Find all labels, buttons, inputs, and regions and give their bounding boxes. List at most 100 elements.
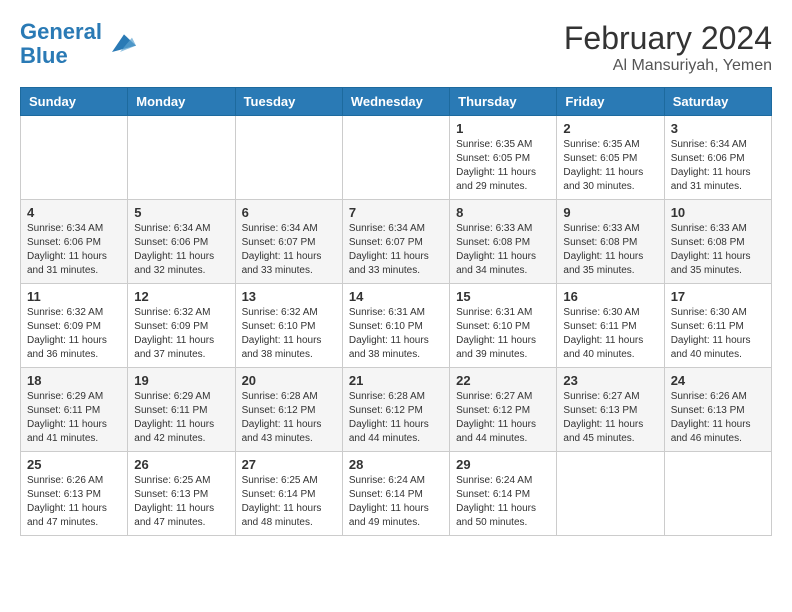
calendar-cell: 25 Sunrise: 6:26 AMSunset: 6:13 PMDayligh… — [21, 452, 128, 536]
calendar-cell: 20 Sunrise: 6:28 AMSunset: 6:12 PMDayligh… — [235, 368, 342, 452]
day-number: 12 — [134, 289, 228, 304]
day-info: Sunrise: 6:31 AMSunset: 6:10 PMDaylight:… — [456, 306, 550, 362]
calendar-cell: 8 Sunrise: 6:33 AMSunset: 6:08 PMDaylight… — [450, 200, 557, 284]
title-area: February 2024 Al Mansuriyah, Yemen — [564, 20, 772, 75]
week-row-1: 1 Sunrise: 6:35 AMSunset: 6:05 PMDaylight… — [21, 116, 772, 200]
day-info: Sunrise: 6:30 AMSunset: 6:11 PMDaylight:… — [563, 306, 657, 362]
day-info: Sunrise: 6:30 AMSunset: 6:11 PMDaylight:… — [671, 306, 765, 362]
calendar-cell: 29Sunrise: 6:24 AMSunset: 6:14 PMDayligh… — [450, 452, 557, 536]
logo-blue: Blue — [20, 43, 68, 68]
day-info: Sunrise: 6:25 AMSunset: 6:13 PMDaylight:… — [134, 474, 228, 530]
header-wednesday: Wednesday — [342, 88, 449, 116]
day-number: 13 — [242, 289, 336, 304]
day-info: Sunrise: 6:34 AMSunset: 6:07 PMDaylight:… — [349, 222, 443, 278]
day-number: 2 — [563, 121, 657, 136]
day-info: Sunrise: 6:34 AMSunset: 6:06 PMDaylight:… — [134, 222, 228, 278]
calendar-cell — [342, 116, 449, 200]
day-number: 26 — [134, 457, 228, 472]
calendar-cell: 26 Sunrise: 6:25 AMSunset: 6:13 PMDayligh… — [128, 452, 235, 536]
location-title: Al Mansuriyah, Yemen — [564, 57, 772, 75]
day-info: Sunrise: 6:35 AMSunset: 6:05 PMDaylight:… — [563, 138, 657, 194]
calendar-cell — [557, 452, 664, 536]
day-number: 6 — [242, 205, 336, 220]
day-number: 22 — [456, 373, 550, 388]
header-friday: Friday — [557, 88, 664, 116]
day-info: Sunrise: 6:26 AMSunset: 6:13 PMDaylight:… — [27, 474, 121, 530]
day-number: 1 — [456, 121, 550, 136]
calendar-cell: 11 Sunrise: 6:32 AMSunset: 6:09 PMDayligh… — [21, 284, 128, 368]
month-title: February 2024 — [564, 20, 772, 57]
calendar-table: SundayMondayTuesdayWednesdayThursdayFrid… — [20, 87, 772, 536]
day-info: Sunrise: 6:25 AMSunset: 6:14 PMDaylight:… — [242, 474, 336, 530]
calendar-cell — [21, 116, 128, 200]
day-number: 23 — [563, 373, 657, 388]
calendar-cell — [128, 116, 235, 200]
header-thursday: Thursday — [450, 88, 557, 116]
header-saturday: Saturday — [664, 88, 771, 116]
week-row-5: 25 Sunrise: 6:26 AMSunset: 6:13 PMDayligh… — [21, 452, 772, 536]
week-row-2: 4 Sunrise: 6:34 AMSunset: 6:06 PMDaylight… — [21, 200, 772, 284]
calendar-cell: 2 Sunrise: 6:35 AMSunset: 6:05 PMDaylight… — [557, 116, 664, 200]
day-number: 11 — [27, 289, 121, 304]
calendar-cell: 27 Sunrise: 6:25 AMSunset: 6:14 PMDayligh… — [235, 452, 342, 536]
day-info: Sunrise: 6:29 AMSunset: 6:11 PMDaylight:… — [27, 390, 121, 446]
day-number: 19 — [134, 373, 228, 388]
day-info: Sunrise: 6:33 AMSunset: 6:08 PMDaylight:… — [671, 222, 765, 278]
calendar-cell: 28Sunrise: 6:24 AMSunset: 6:14 PMDayligh… — [342, 452, 449, 536]
day-info: Sunrise: 6:27 AMSunset: 6:13 PMDaylight:… — [563, 390, 657, 446]
calendar-cell: 4 Sunrise: 6:34 AMSunset: 6:06 PMDaylight… — [21, 200, 128, 284]
day-number: 29 — [456, 457, 550, 472]
day-info: Sunrise: 6:34 AMSunset: 6:06 PMDaylight:… — [671, 138, 765, 194]
calendar-cell: 16 Sunrise: 6:30 AMSunset: 6:11 PMDayligh… — [557, 284, 664, 368]
week-row-4: 18 Sunrise: 6:29 AMSunset: 6:11 PMDayligh… — [21, 368, 772, 452]
day-number: 10 — [671, 205, 765, 220]
day-info: Sunrise: 6:24 AMSunset: 6:14 PMDaylight:… — [349, 474, 443, 530]
calendar-cell — [664, 452, 771, 536]
calendar-cell: 5 Sunrise: 6:34 AMSunset: 6:06 PMDaylight… — [128, 200, 235, 284]
day-number: 8 — [456, 205, 550, 220]
day-info: Sunrise: 6:27 AMSunset: 6:12 PMDaylight:… — [456, 390, 550, 446]
logo: General Blue — [20, 20, 136, 68]
logo-icon — [104, 28, 136, 60]
calendar-cell: 15 Sunrise: 6:31 AMSunset: 6:10 PMDayligh… — [450, 284, 557, 368]
calendar-cell: 17Sunrise: 6:30 AMSunset: 6:11 PMDayligh… — [664, 284, 771, 368]
calendar-cell: 21 Sunrise: 6:28 AMSunset: 6:12 PMDayligh… — [342, 368, 449, 452]
header-tuesday: Tuesday — [235, 88, 342, 116]
day-info: Sunrise: 6:34 AMSunset: 6:06 PMDaylight:… — [27, 222, 121, 278]
calendar-cell: 3 Sunrise: 6:34 AMSunset: 6:06 PMDaylight… — [664, 116, 771, 200]
day-number: 15 — [456, 289, 550, 304]
day-number: 16 — [563, 289, 657, 304]
calendar-cell: 10 Sunrise: 6:33 AMSunset: 6:08 PMDayligh… — [664, 200, 771, 284]
day-number: 5 — [134, 205, 228, 220]
header-sunday: Sunday — [21, 88, 128, 116]
calendar-cell: 14Sunrise: 6:31 AMSunset: 6:10 PMDayligh… — [342, 284, 449, 368]
calendar-cell: 22 Sunrise: 6:27 AMSunset: 6:12 PMDayligh… — [450, 368, 557, 452]
day-number: 4 — [27, 205, 121, 220]
day-info: Sunrise: 6:32 AMSunset: 6:09 PMDaylight:… — [27, 306, 121, 362]
calendar-cell: 24 Sunrise: 6:26 AMSunset: 6:13 PMDayligh… — [664, 368, 771, 452]
day-info: Sunrise: 6:34 AMSunset: 6:07 PMDaylight:… — [242, 222, 336, 278]
day-number: 20 — [242, 373, 336, 388]
day-number: 18 — [27, 373, 121, 388]
day-number: 9 — [563, 205, 657, 220]
day-number: 3 — [671, 121, 765, 136]
calendar-cell — [235, 116, 342, 200]
day-number: 27 — [242, 457, 336, 472]
logo-general: General — [20, 19, 102, 44]
calendar-cell: 7Sunrise: 6:34 AMSunset: 6:07 PMDaylight… — [342, 200, 449, 284]
day-info: Sunrise: 6:31 AMSunset: 6:10 PMDaylight:… — [349, 306, 443, 362]
calendar-cell: 6 Sunrise: 6:34 AMSunset: 6:07 PMDaylight… — [235, 200, 342, 284]
page-header: General Blue February 2024 Al Mansuriyah… — [20, 20, 772, 75]
day-info: Sunrise: 6:26 AMSunset: 6:13 PMDaylight:… — [671, 390, 765, 446]
calendar-cell: 18 Sunrise: 6:29 AMSunset: 6:11 PMDayligh… — [21, 368, 128, 452]
day-info: Sunrise: 6:35 AMSunset: 6:05 PMDaylight:… — [456, 138, 550, 194]
day-info: Sunrise: 6:32 AMSunset: 6:09 PMDaylight:… — [134, 306, 228, 362]
day-number: 25 — [27, 457, 121, 472]
calendar-cell: 12 Sunrise: 6:32 AMSunset: 6:09 PMDayligh… — [128, 284, 235, 368]
day-info: Sunrise: 6:33 AMSunset: 6:08 PMDaylight:… — [456, 222, 550, 278]
day-info: Sunrise: 6:28 AMSunset: 6:12 PMDaylight:… — [242, 390, 336, 446]
day-number: 24 — [671, 373, 765, 388]
day-number: 21 — [349, 373, 443, 388]
day-info: Sunrise: 6:28 AMSunset: 6:12 PMDaylight:… — [349, 390, 443, 446]
calendar-cell: 13Sunrise: 6:32 AMSunset: 6:10 PMDayligh… — [235, 284, 342, 368]
